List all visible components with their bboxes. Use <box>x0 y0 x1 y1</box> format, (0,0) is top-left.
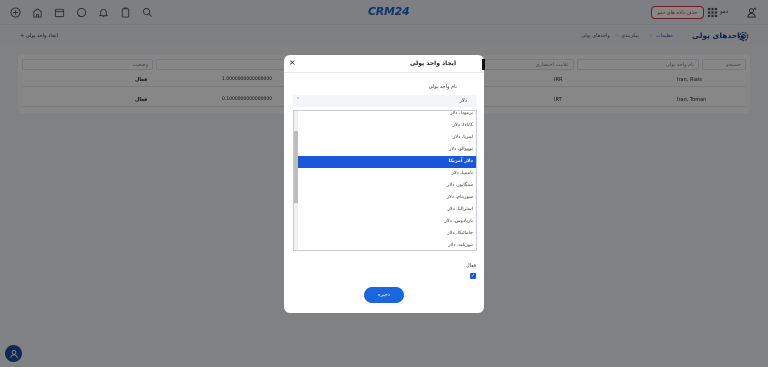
dropdown-option[interactable]: سورینام، دلار <box>298 192 476 204</box>
dropdown-option[interactable]: لیبریا، دلار <box>298 132 476 144</box>
dropdown-option[interactable]: کانادا، دلار <box>298 120 476 132</box>
currency-name-label: نام واحد پولی <box>428 84 457 90</box>
close-icon[interactable]: × <box>289 58 296 67</box>
currency-name-input[interactable]: دلار <box>460 98 468 104</box>
save-button[interactable]: ذخیره <box>364 287 404 303</box>
dropdown-option[interactable]: برمودا، دلار <box>298 111 476 120</box>
dropdown-option[interactable]: باربادوس، دلار <box>298 216 476 228</box>
active-label: فعال <box>466 263 476 269</box>
currency-dropdown-list[interactable]: برمودا، دلار کانادا، دلار لیبریا، دلار ت… <box>293 110 477 251</box>
currency-name-select[interactable]: دلار ⌃ <box>293 95 477 107</box>
create-currency-modal: ایجاد واحد پولی × نام واحد پولی دلار ⌃ ب… <box>284 55 485 313</box>
dropdown-option-selected[interactable]: دلار آمریکا <box>298 156 476 168</box>
resize-handle <box>482 59 485 70</box>
dropdown-option[interactable]: استرالیا، دلار <box>298 204 476 216</box>
dropdown-option[interactable]: نامیبیا، دلار <box>298 168 476 180</box>
dropdown-option[interactable]: توووالو، دلار <box>298 144 476 156</box>
modal-title: ایجاد واحد پولی <box>409 60 456 67</box>
modal-header: ایجاد واحد پولی × <box>284 55 485 73</box>
active-checkbox[interactable]: ✓ <box>470 273 476 279</box>
dropdown-option[interactable]: نیوزیلند، دلار <box>298 240 476 250</box>
dropdown-option[interactable]: جامائیکا، دلار <box>298 228 476 240</box>
chevron-up-icon: ⌃ <box>296 97 301 103</box>
dropdown-option[interactable]: سنگاپور، دلار <box>298 180 476 192</box>
